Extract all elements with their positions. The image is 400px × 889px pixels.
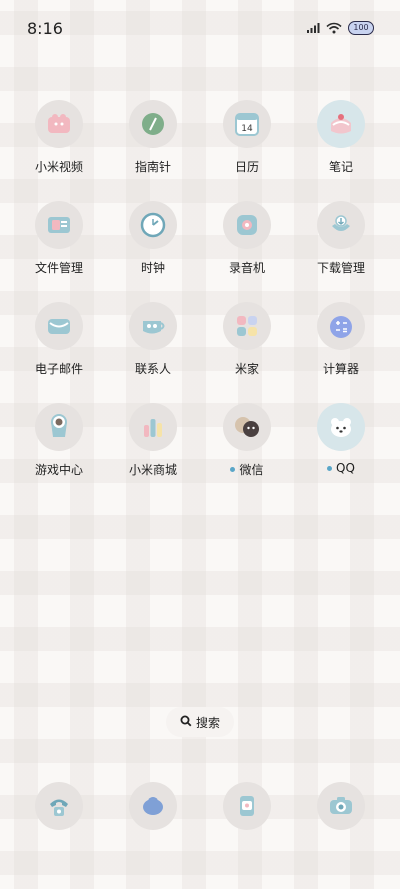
wifi-icon	[326, 19, 342, 38]
app-label: 小米商城	[128, 463, 177, 477]
search-button[interactable]: 搜索	[166, 707, 234, 737]
app-contacts[interactable]: 联系人	[106, 302, 200, 403]
game-center-icon	[35, 403, 83, 451]
notes-icon	[317, 100, 365, 148]
app-qq[interactable]: QQ	[294, 403, 388, 504]
app-label: 录音机	[228, 261, 265, 275]
phone-icon	[35, 782, 83, 830]
app-label: 时钟	[140, 261, 165, 275]
app-wechat[interactable]: 微信	[200, 403, 294, 504]
battery-indicator: 100	[348, 21, 374, 35]
calendar-day-text: 14	[241, 124, 253, 134]
app-label: 指南针	[134, 160, 171, 174]
app-calendar[interactable]: 14 日历	[200, 100, 294, 201]
app-email[interactable]: 电子邮件	[12, 302, 106, 403]
messages-icon	[129, 782, 177, 830]
dock-browser[interactable]	[200, 782, 294, 830]
files-icon	[35, 201, 83, 249]
new-content-dot	[230, 467, 236, 472]
status-bar: 8:16 100	[0, 0, 400, 56]
download-icon	[317, 201, 365, 249]
mi-store-icon	[129, 403, 177, 451]
app-calculator[interactable]: 计算器	[294, 302, 388, 403]
app-mi-store[interactable]: 小米商城	[106, 403, 200, 504]
signal-icon	[306, 19, 320, 38]
search-label: 搜索	[195, 715, 220, 730]
camera-icon	[317, 782, 365, 830]
app-grid: 小米视频 指南针 14 日历 笔记 文件管理 时钟 录音机 下载管理 电子邮件 …	[12, 100, 388, 504]
calendar-icon: 14	[223, 100, 271, 148]
app-label: 电子邮件	[34, 362, 83, 376]
status-icons: 100	[306, 19, 374, 38]
app-label: 日历	[234, 160, 259, 174]
app-recorder[interactable]: 录音机	[200, 201, 294, 302]
compass-icon	[129, 100, 177, 148]
browser-icon	[223, 782, 271, 830]
recorder-icon	[223, 201, 271, 249]
search-icon	[180, 715, 192, 730]
app-label: 联系人	[134, 362, 171, 376]
app-label: 小米视频	[34, 160, 83, 174]
app-game-center[interactable]: 游戏中心	[12, 403, 106, 504]
app-label: 下载管理	[316, 261, 365, 275]
app-compass[interactable]: 指南针	[106, 100, 200, 201]
app-label: 游戏中心	[34, 463, 83, 477]
app-label: 米家	[234, 362, 259, 376]
dock-phone[interactable]	[12, 782, 106, 830]
dock	[12, 782, 388, 830]
app-label: QQ	[327, 461, 355, 475]
app-label: 微信	[230, 461, 264, 478]
app-label: 计算器	[322, 362, 359, 376]
dock-camera[interactable]	[294, 782, 388, 830]
app-download-manager[interactable]: 下载管理	[294, 201, 388, 302]
new-content-dot	[327, 465, 333, 471]
app-notes[interactable]: 笔记	[294, 100, 388, 201]
qq-icon	[317, 403, 365, 451]
video-icon	[35, 100, 83, 148]
app-file-manager[interactable]: 文件管理	[12, 201, 106, 302]
app-mijia[interactable]: 米家	[200, 302, 294, 403]
clock-icon	[129, 201, 177, 249]
app-label: 文件管理	[34, 261, 83, 275]
calculator-icon	[317, 302, 365, 350]
mijia-icon	[223, 302, 271, 350]
contacts-icon	[129, 302, 177, 350]
app-label: 笔记	[328, 160, 353, 174]
wechat-icon	[223, 403, 271, 451]
app-mi-video[interactable]: 小米视频	[12, 100, 106, 201]
app-clock[interactable]: 时钟	[106, 201, 200, 302]
status-time: 8:16	[27, 18, 63, 38]
dock-messages[interactable]	[106, 782, 200, 830]
mail-icon	[35, 302, 83, 350]
